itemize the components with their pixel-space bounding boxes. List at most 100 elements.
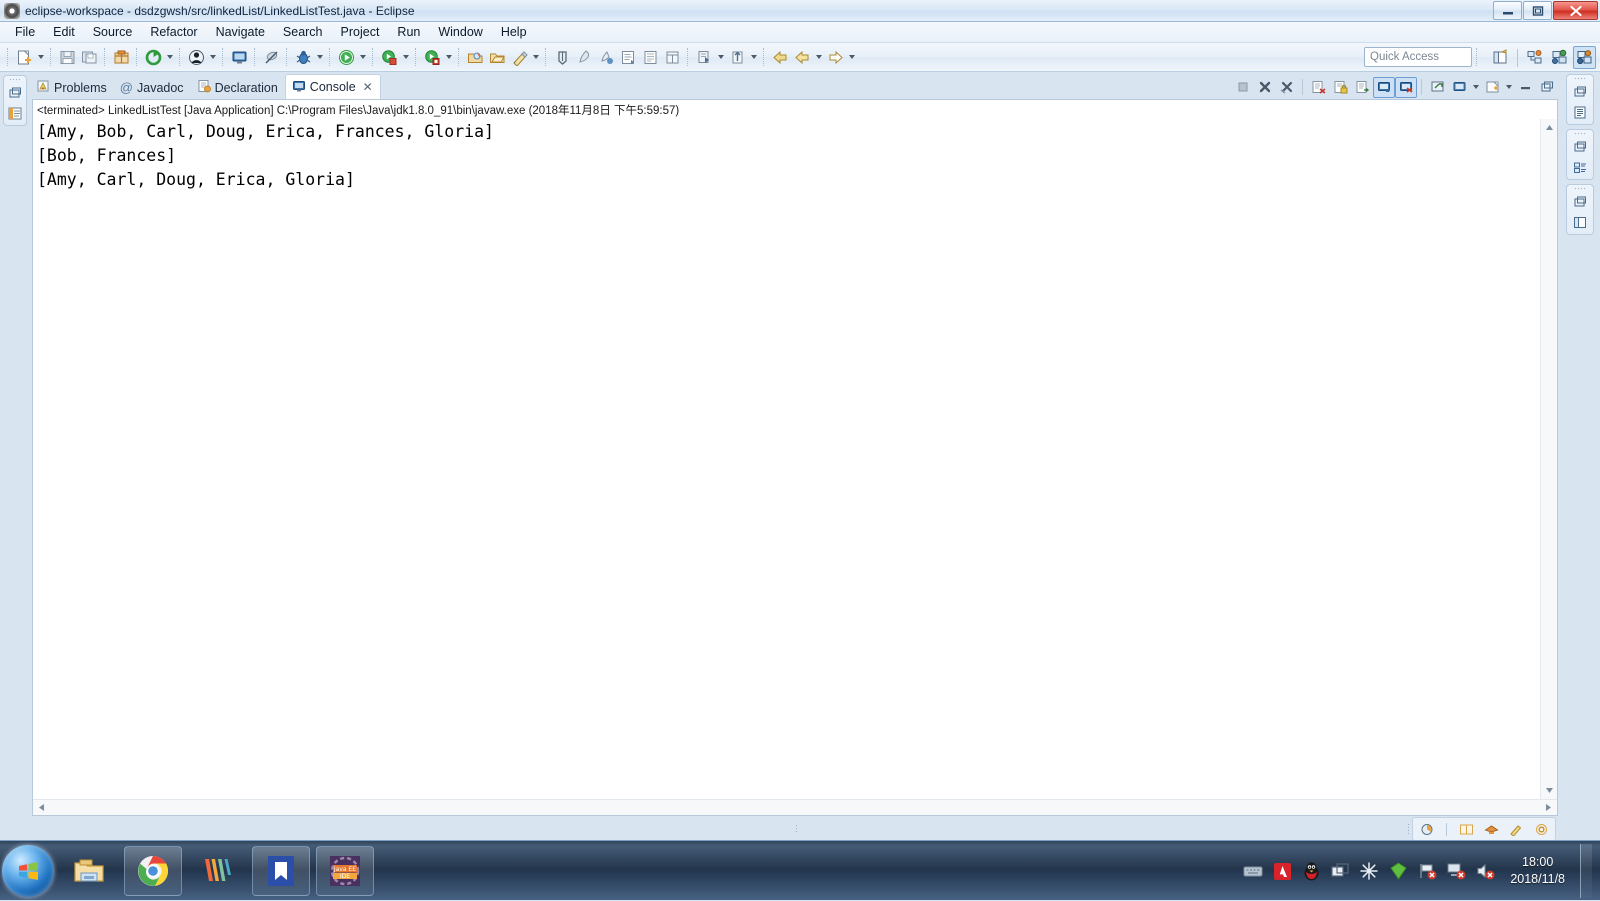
marketplace-icon[interactable]: [1481, 819, 1501, 839]
task-list-stack[interactable]: [1566, 129, 1594, 180]
menu-window[interactable]: Window: [429, 23, 491, 41]
minimize-button[interactable]: [1493, 1, 1522, 20]
new-package-icon[interactable]: [486, 46, 508, 68]
taskbar-google-chrome[interactable]: [124, 846, 182, 896]
qq-penguin-icon[interactable]: [1301, 861, 1321, 881]
edit-icon[interactable]: [1506, 819, 1526, 839]
next-annotation-icon[interactable]: [595, 46, 617, 68]
mark-occurrences-icon[interactable]: [617, 46, 639, 68]
external-tools-dropdown[interactable]: [400, 46, 411, 68]
show-desktop-button[interactable]: [1580, 844, 1592, 898]
open-console-icon[interactable]: [1481, 77, 1503, 98]
block-selection-icon[interactable]: [639, 46, 661, 68]
java-project-icon[interactable]: [464, 46, 486, 68]
open-type-dropdown[interactable]: [207, 46, 218, 68]
next-edit-icon[interactable]: [726, 46, 748, 68]
search-icon[interactable]: [551, 46, 573, 68]
restore-view-icon[interactable]: [1570, 83, 1590, 101]
scroll-down-icon[interactable]: [1541, 782, 1557, 799]
display-console-dropdown[interactable]: [1470, 76, 1481, 98]
new-file-dropdown[interactable]: [35, 46, 46, 68]
menu-run[interactable]: Run: [388, 23, 429, 41]
package-explorer-stack[interactable]: [3, 75, 27, 126]
minimize-icon[interactable]: [1514, 77, 1536, 98]
stack-grip[interactable]: [1574, 77, 1586, 81]
close-icon[interactable]: ✕: [363, 80, 373, 94]
new-file-icon[interactable]: [13, 46, 35, 68]
skip-breakpoints-icon[interactable]: [260, 46, 282, 68]
forward-arrow2-icon[interactable]: [824, 46, 846, 68]
menu-help[interactable]: Help: [492, 23, 536, 41]
display-console-icon[interactable]: [1448, 77, 1470, 98]
console-horizontal-scrollbar[interactable]: [33, 799, 1557, 815]
templates-icon[interactable]: [1570, 213, 1590, 231]
taskbar-clock[interactable]: 18:00 2018/11/8: [1510, 854, 1565, 888]
snowflake-icon[interactable]: [1359, 861, 1379, 881]
new-class-icon[interactable]: [508, 46, 530, 68]
menu-project[interactable]: Project: [332, 23, 389, 41]
error-log-icon[interactable]: [1531, 819, 1551, 839]
clear-console-icon[interactable]: [1307, 77, 1329, 98]
tab-declaration[interactable]: Declaration: [191, 76, 285, 99]
remove-all-icon[interactable]: [1276, 77, 1298, 98]
annotation-icon[interactable]: [573, 46, 595, 68]
coverage-icon[interactable]: [421, 46, 443, 68]
flag-error-icon[interactable]: [1417, 861, 1437, 881]
task-list-icon[interactable]: [1570, 158, 1590, 176]
prev-edit-icon[interactable]: [693, 46, 715, 68]
scroll-lock-icon[interactable]: [1329, 77, 1351, 98]
show-on-error-icon[interactable]: [1395, 77, 1417, 98]
outline-stack[interactable]: [1566, 74, 1594, 125]
window-manager-icon[interactable]: [1330, 861, 1350, 881]
run-dropdown[interactable]: [357, 46, 368, 68]
adobe-icon[interactable]: [1272, 861, 1292, 881]
scroll-right-icon[interactable]: [1540, 799, 1557, 816]
console-output[interactable]: [Amy, Bob, Carl, Doug, Erica, Frances, G…: [33, 119, 1557, 799]
back-dropdown[interactable]: [813, 46, 824, 68]
network-error-icon[interactable]: [1446, 861, 1466, 881]
show-on-output-icon[interactable]: [1373, 77, 1395, 98]
menu-refactor[interactable]: Refactor: [141, 23, 206, 41]
forward-dropdown[interactable]: [846, 46, 857, 68]
console-icon[interactable]: [228, 46, 250, 68]
menu-navigate[interactable]: Navigate: [207, 23, 274, 41]
open-console-dropdown[interactable]: [1503, 76, 1514, 98]
whitespace-icon[interactable]: [661, 46, 683, 68]
java-browsing-icon[interactable]: [1523, 46, 1546, 69]
scroll-left-icon[interactable]: [33, 799, 50, 816]
menu-search[interactable]: Search: [274, 23, 332, 41]
stack-grip[interactable]: [9, 78, 21, 82]
tab-javadoc[interactable]: @ Javadoc: [114, 76, 191, 99]
pin-icon[interactable]: [1426, 77, 1448, 98]
remove-icon[interactable]: [1254, 77, 1276, 98]
external-tools-icon[interactable]: [378, 46, 400, 68]
templates-stack[interactable]: [1566, 184, 1594, 235]
taskbar-wps-writer[interactable]: [252, 846, 310, 896]
run-play-icon[interactable]: [335, 46, 357, 68]
build-dropdown[interactable]: [164, 46, 175, 68]
close-button[interactable]: [1553, 1, 1598, 20]
java-ee-perspective-icon[interactable]: [1573, 46, 1596, 69]
new-class-dropdown[interactable]: [530, 46, 541, 68]
restore-button[interactable]: [1523, 1, 1552, 20]
terminate-icon[interactable]: [1232, 77, 1254, 98]
debug-bug-icon[interactable]: [292, 46, 314, 68]
menu-source[interactable]: Source: [84, 23, 142, 41]
scroll-up-icon[interactable]: [1541, 119, 1557, 136]
open-type-icon[interactable]: [185, 46, 207, 68]
start-button[interactable]: [2, 845, 54, 897]
taskbar-windows-explorer[interactable]: [60, 846, 118, 896]
restore-view-icon[interactable]: [5, 84, 25, 102]
next-edit-dropdown[interactable]: [748, 46, 759, 68]
package-explorer-icon[interactable]: [5, 104, 25, 122]
package-icon[interactable]: [110, 46, 132, 68]
prev-edit-dropdown[interactable]: [715, 46, 726, 68]
stack-grip[interactable]: [1574, 132, 1586, 136]
save-all-icon[interactable]: [78, 46, 100, 68]
green-shield-icon[interactable]: [1388, 861, 1408, 881]
build-icon[interactable]: [142, 46, 164, 68]
volume-mute-icon[interactable]: [1475, 861, 1495, 881]
save-icon[interactable]: [56, 46, 78, 68]
input-method-icon[interactable]: [1243, 861, 1263, 881]
taskbar-media-app[interactable]: [188, 846, 246, 896]
